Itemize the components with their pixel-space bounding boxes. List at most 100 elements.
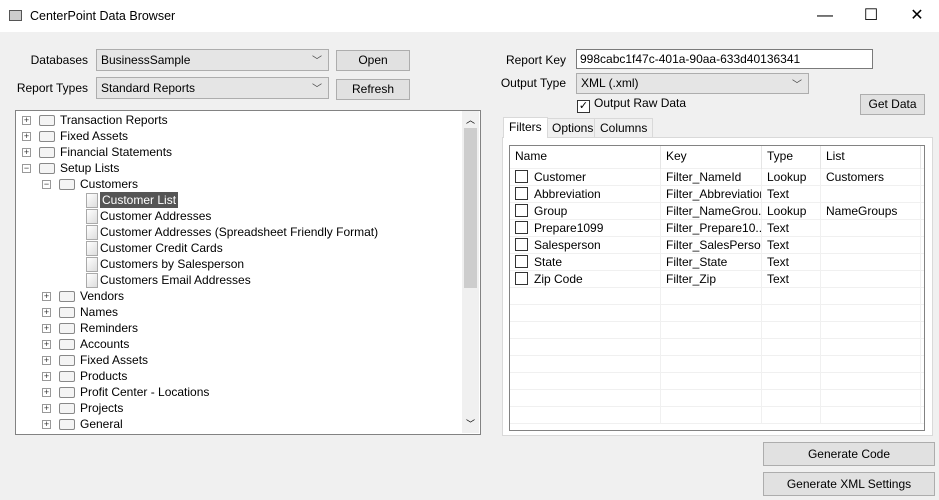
tree-node[interactable]: + Products — [16, 368, 462, 384]
row-checkbox[interactable] — [515, 238, 528, 251]
folder-icon — [59, 307, 75, 318]
expand-icon[interactable]: + — [42, 356, 51, 365]
expand-icon[interactable]: + — [42, 340, 51, 349]
grid-cell — [510, 322, 661, 339]
column-header[interactable]: Type — [762, 146, 821, 169]
table-row[interactable] — [510, 322, 924, 339]
tree-node[interactable]: + Transaction Reports — [16, 112, 462, 128]
expand-icon[interactable]: + — [42, 404, 51, 413]
generate-code-button[interactable]: Generate Code — [763, 442, 935, 466]
expand-icon[interactable]: + — [42, 420, 51, 429]
table-row[interactable] — [510, 339, 924, 356]
output-type-select[interactable]: XML (.xml) ﹀ — [576, 73, 809, 94]
collapse-icon[interactable]: − — [42, 180, 51, 189]
table-row[interactable]: Customer Filter_NameId Lookup Customers — [510, 169, 924, 186]
report-tree[interactable]: + Transaction Reports + Fixed Assets + Financ… — [15, 110, 481, 435]
expand-icon[interactable]: + — [42, 388, 51, 397]
tab-filters[interactable]: Filters — [503, 117, 548, 138]
tree-node[interactable]: + General — [16, 416, 462, 432]
row-checkbox[interactable] — [515, 272, 528, 285]
filters-grid[interactable]: Name Key Type List Customer Filter_NameId Look… — [509, 145, 925, 431]
tree-node[interactable]: + Fixed Assets — [16, 128, 462, 144]
tree-scrollbar[interactable]: ︿ ﹀ — [462, 111, 479, 433]
report-key-label: Report Key — [505, 53, 566, 67]
grid-cell: State — [510, 254, 661, 271]
expand-icon[interactable]: + — [22, 148, 31, 157]
grid-cell — [661, 288, 762, 305]
table-row[interactable]: Group Filter_NameGrou... Lookup NameGroups — [510, 203, 924, 220]
table-row[interactable] — [510, 373, 924, 390]
expand-icon[interactable]: + — [22, 116, 31, 125]
tab-options[interactable]: Options — [546, 118, 600, 138]
maximize-button[interactable]: ☐ — [848, 0, 894, 32]
expand-icon[interactable]: + — [42, 372, 51, 381]
tree-node[interactable]: + Financial Statements — [16, 144, 462, 160]
grid-cell: Group — [510, 203, 661, 220]
tree-node[interactable]: Customer Credit Cards — [16, 240, 462, 256]
table-row[interactable]: Abbreviation Filter_Abbreviation Text — [510, 186, 924, 203]
tree-node[interactable]: − Setup Lists — [16, 160, 462, 176]
minimize-button[interactable]: — — [802, 0, 848, 32]
tab-columns[interactable]: Columns — [594, 118, 654, 138]
table-row[interactable]: Zip Code Filter_Zip Text — [510, 271, 924, 288]
tree-node[interactable]: + Vendors — [16, 288, 462, 304]
table-row[interactable]: Prepare1099 Filter_Prepare10... Text — [510, 220, 924, 237]
tree-node[interactable]: + Profit Center - Locations — [16, 384, 462, 400]
folder-icon — [39, 163, 55, 174]
generate-xml-settings-button[interactable]: Generate XML Settings — [763, 472, 935, 496]
grid-cell: Filter_Abbreviation — [661, 186, 762, 203]
tree-node[interactable]: + Accounts — [16, 336, 462, 352]
expand-icon[interactable]: + — [42, 324, 51, 333]
tree-node[interactable]: Customers Email Addresses — [16, 272, 462, 288]
row-checkbox[interactable] — [515, 187, 528, 200]
column-header[interactable]: Name — [510, 146, 661, 169]
tree-node[interactable]: + Reminders — [16, 320, 462, 336]
row-checkbox[interactable] — [515, 221, 528, 234]
databases-select[interactable]: BusinessSample ﹀ — [96, 49, 329, 71]
output-type-label: Output Type — [500, 76, 566, 90]
column-header[interactable]: Key — [661, 146, 762, 169]
tree-node-label: Financial Statements — [60, 145, 173, 159]
row-checkbox[interactable] — [515, 255, 528, 268]
folder-icon — [39, 131, 55, 142]
tree-node[interactable]: − Customers — [16, 176, 462, 192]
tree-node[interactable]: + Projects — [16, 400, 462, 416]
refresh-button[interactable]: Refresh — [336, 79, 410, 100]
tree-node[interactable]: + Fixed Assets — [16, 352, 462, 368]
open-button[interactable]: Open — [336, 50, 410, 71]
tree-node[interactable]: + Names — [16, 304, 462, 320]
grid-cell — [762, 373, 821, 390]
tree-node-label: Accounts — [80, 337, 130, 351]
scroll-thumb[interactable] — [464, 128, 477, 288]
output-raw-checkbox[interactable]: ✓ Output Raw Data — [577, 96, 686, 113]
table-row[interactable] — [510, 356, 924, 373]
grid-cell: Text — [762, 186, 821, 203]
get-data-button[interactable]: Get Data — [860, 94, 925, 115]
tree-node[interactable]: Customer Addresses (Spreadsheet Friendly… — [16, 224, 462, 240]
table-row[interactable]: Salesperson Filter_SalesPerson Text — [510, 237, 924, 254]
tree-node[interactable]: Customer Addresses — [16, 208, 462, 224]
row-checkbox[interactable] — [515, 204, 528, 217]
collapse-icon[interactable]: − — [22, 164, 31, 173]
expand-icon[interactable]: + — [42, 292, 51, 301]
report-types-select[interactable]: Standard Reports ﹀ — [96, 77, 329, 99]
tree-node[interactable]: Customer List — [16, 192, 462, 208]
report-key-input[interactable]: 998cabc1f47c-401a-90aa-633d40136341 — [576, 49, 873, 69]
expand-icon[interactable]: + — [22, 132, 31, 141]
grid-cell — [510, 407, 661, 424]
column-header[interactable]: List — [821, 146, 921, 169]
expand-icon[interactable]: + — [42, 308, 51, 317]
document-icon — [86, 241, 98, 256]
tree-node[interactable]: Customers by Salesperson — [16, 256, 462, 272]
table-row[interactable] — [510, 407, 924, 424]
close-button[interactable]: ✕ — [894, 0, 939, 32]
scroll-down-icon[interactable]: ﹀ — [466, 417, 475, 430]
table-row[interactable] — [510, 390, 924, 407]
table-row[interactable]: State Filter_State Text — [510, 254, 924, 271]
table-row[interactable] — [510, 288, 924, 305]
table-row[interactable] — [510, 305, 924, 322]
scroll-up-icon[interactable]: ︿ — [466, 113, 475, 126]
tree-node-label: Fixed Assets — [60, 129, 129, 143]
grid-cell — [661, 339, 762, 356]
row-checkbox[interactable] — [515, 170, 528, 183]
